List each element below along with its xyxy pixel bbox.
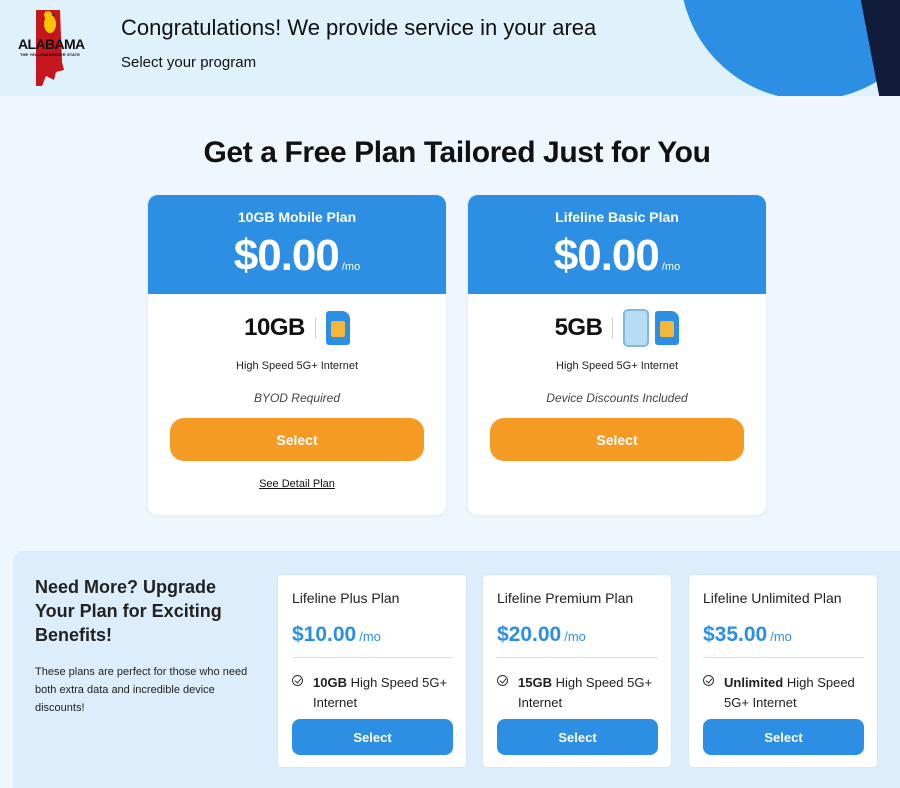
upgrade-plan-name: Lifeline Unlimited Plan: [703, 590, 842, 606]
upgrade-price-row: $10.00 /mo: [292, 623, 381, 647]
plan-speed: High Speed 5G+ Internet: [556, 360, 678, 372]
upgrade-plan-feature: 10GB High Speed 5G+ Internet: [292, 673, 462, 713]
plan-price-row: $0.00 /mo: [148, 231, 446, 281]
plan-card-lifeline-basic: Lifeline Basic Plan $0.00 /mo 5GB High S…: [468, 195, 766, 515]
upgrade-plan-price: $10.00: [292, 623, 357, 646]
select-lifeline-unlimited-plan-button[interactable]: Select: [703, 719, 864, 755]
divider: [703, 657, 864, 658]
feature-text: 15GB High Speed 5G+ Internet: [518, 673, 667, 713]
plan-price-period: /mo: [661, 261, 681, 273]
upgrade-price-row: $35.00 /mo: [703, 623, 792, 647]
divider: [314, 318, 316, 338]
upgrade-plan-price: $35.00: [703, 623, 768, 646]
plan-price: $0.00: [553, 231, 660, 280]
plan-price: $0.00: [233, 231, 340, 280]
plan-card-10gb-mobile: 10GB Mobile Plan $0.00 /mo 10GB High Spe…: [148, 195, 446, 515]
alabama-logo: ALABAMA THE YELLOWHAMMER STATE: [16, 4, 100, 90]
select-lifeline-plus-plan-button[interactable]: Select: [292, 719, 453, 755]
plan-card-header: 10GB Mobile Plan $0.00 /mo: [148, 195, 446, 294]
plan-price-row: $0.00 /mo: [468, 231, 766, 281]
upgrade-plan-period: /mo: [770, 629, 792, 644]
plan-data-amount: 10GB: [244, 314, 305, 341]
header-title: Congratulations! We provide service in y…: [121, 15, 597, 40]
header: ALABAMA THE YELLOWHAMMER STATE Congratul…: [0, 0, 900, 96]
plan-card-header: Lifeline Basic Plan $0.00 /mo: [468, 195, 766, 294]
header-decoration: [683, 0, 900, 96]
upgrade-card-lifeline-plus: Lifeline Plus Plan $10.00 /mo 10GB High …: [277, 574, 467, 768]
plan-name: 10GB Mobile Plan: [237, 209, 357, 225]
header-subtitle: Select your program: [121, 54, 257, 71]
select-lifeline-basic-plan-button[interactable]: Select: [490, 418, 744, 461]
upgrade-plan-period: /mo: [564, 629, 586, 644]
divider: [612, 318, 614, 338]
upgrade-plan-price: $20.00: [497, 623, 562, 646]
upgrade-plan-name: Lifeline Premium Plan: [497, 590, 634, 606]
check-circle-icon: [703, 675, 714, 686]
divider: [497, 657, 658, 658]
page-title: Get a Free Plan Tailored Just for You: [203, 136, 711, 169]
sim-card-icon: [325, 311, 350, 345]
upgrade-plan-period: /mo: [359, 629, 381, 644]
plan-note: Device Discounts Included: [546, 391, 688, 405]
logo-subtitle: THE YELLOWHAMMER STATE: [20, 52, 80, 57]
see-detail-plan-link[interactable]: See Detail Plan: [148, 478, 446, 490]
upgrade-title: Need More? Upgrade Your Plan for Excitin…: [35, 577, 222, 645]
plan-data-row: 10GB: [148, 308, 446, 348]
feature-data: 15GB: [518, 675, 552, 690]
plan-data-amount: 5GB: [554, 314, 603, 341]
feature-text: 10GB High Speed 5G+ Internet: [313, 673, 462, 713]
upgrade-section: Need More? Upgrade Your Plan for Excitin…: [13, 551, 900, 788]
feature-data: Unlimited: [724, 675, 784, 690]
phone-icon: [623, 309, 650, 347]
plan-price-period: /mo: [341, 261, 361, 273]
upgrade-card-lifeline-premium: Lifeline Premium Plan $20.00 /mo 15GB Hi…: [482, 574, 672, 768]
divider: [292, 657, 453, 658]
plan-note: BYOD Required: [253, 391, 341, 405]
feature-data: 10GB: [313, 675, 347, 690]
upgrade-price-row: $20.00 /mo: [497, 623, 586, 647]
feature-text: Unlimited High Speed 5G+ Internet: [724, 673, 873, 713]
upgrade-plan-feature: 15GB High Speed 5G+ Internet: [497, 673, 667, 713]
select-10gb-mobile-plan-button[interactable]: Select: [170, 418, 424, 461]
upgrade-plan-feature: Unlimited High Speed 5G+ Internet: [703, 673, 873, 713]
plan-data-row: 5GB: [468, 308, 766, 348]
check-circle-icon: [292, 675, 303, 686]
logo-word: ALABAMA: [18, 36, 85, 52]
plan-name: Lifeline Basic Plan: [555, 209, 679, 225]
upgrade-plan-name: Lifeline Plus Plan: [292, 590, 400, 606]
plan-speed: High Speed 5G+ Internet: [236, 360, 358, 372]
select-lifeline-premium-plan-button[interactable]: Select: [497, 719, 658, 755]
upgrade-card-lifeline-unlimited: Lifeline Unlimited Plan $35.00 /mo Unlim…: [688, 574, 878, 768]
check-circle-icon: [497, 675, 508, 686]
upgrade-description: These plans are perfect for those who ne…: [35, 666, 248, 714]
sim-card-icon: [655, 311, 680, 345]
